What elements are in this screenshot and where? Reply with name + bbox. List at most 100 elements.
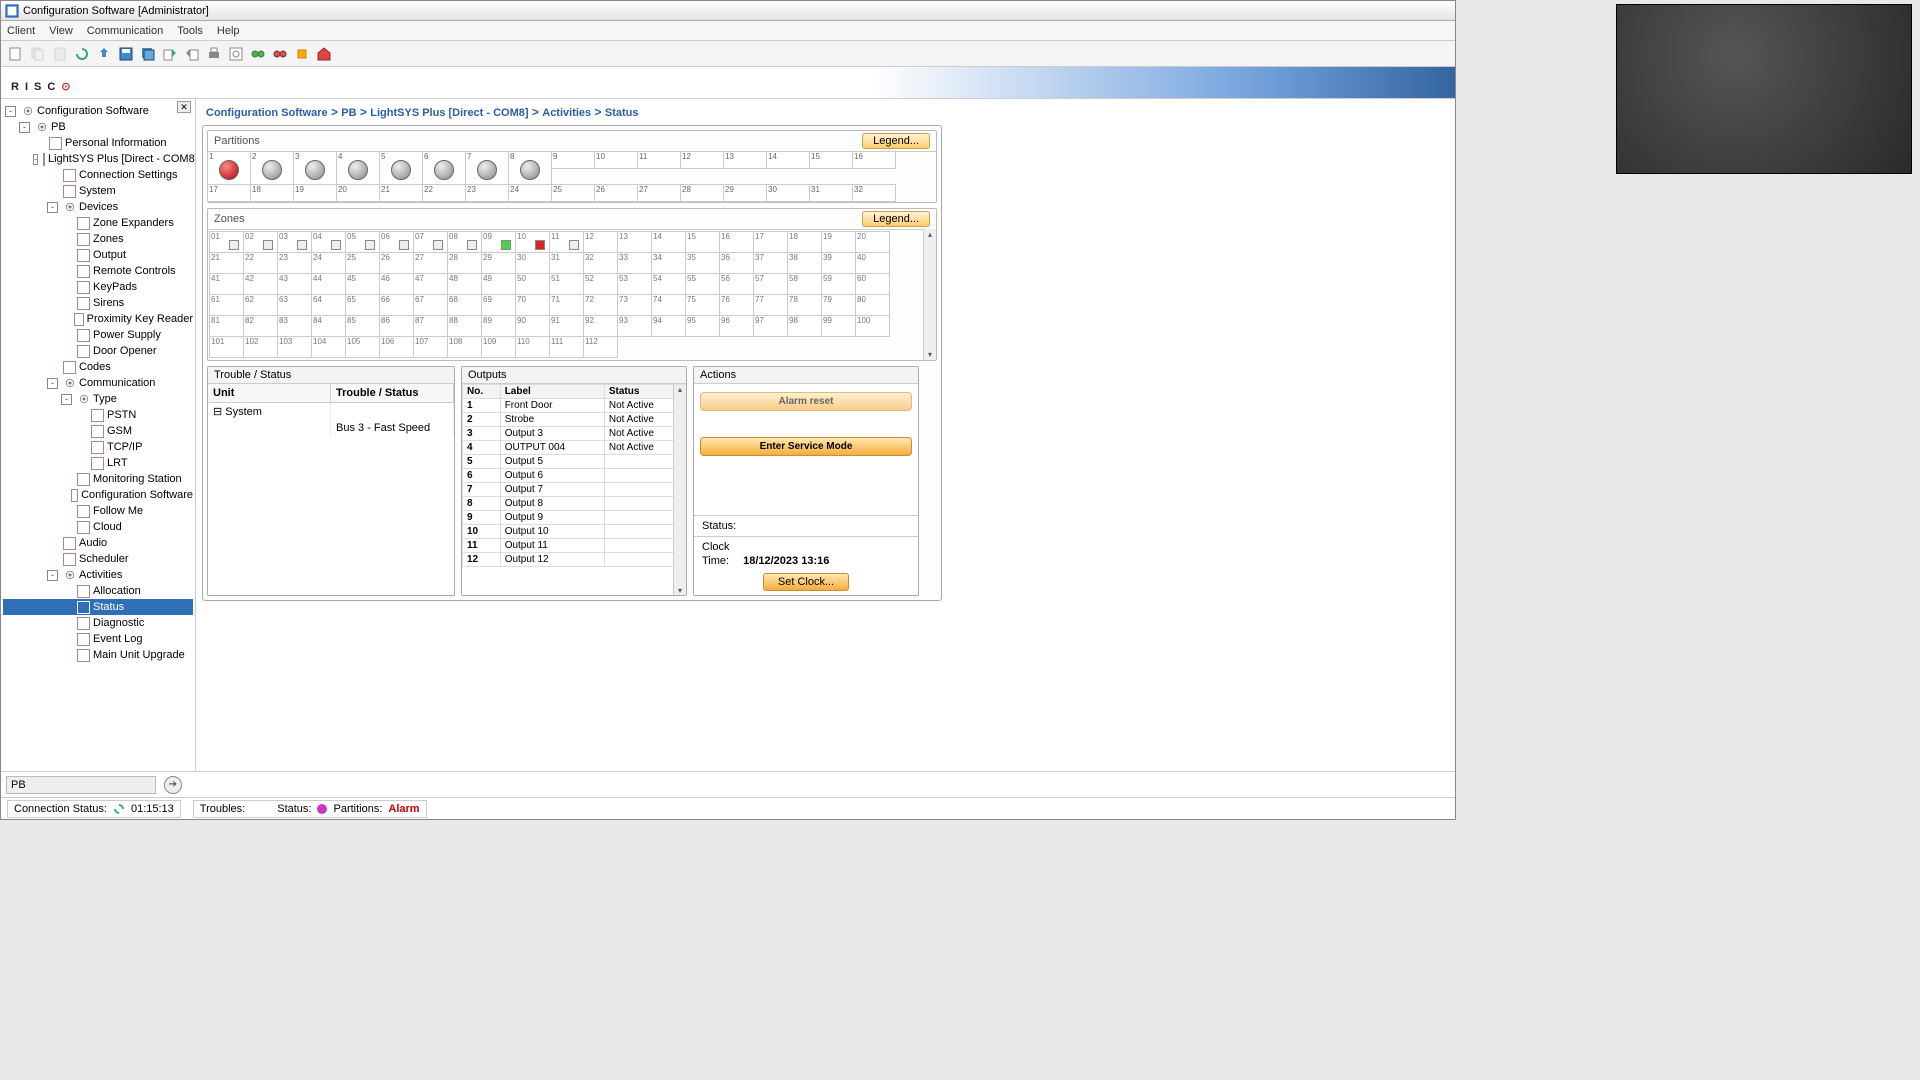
zone-cell-85[interactable]: 85 (345, 315, 380, 337)
zone-cell-41[interactable]: 41 (209, 273, 244, 295)
partition-cell-4[interactable]: 4 (336, 151, 380, 185)
zone-cell-53[interactable]: 53 (617, 273, 652, 295)
zone-cell-38[interactable]: 38 (787, 252, 822, 274)
menu-communication[interactable]: Communication (87, 25, 163, 37)
zone-cell-65[interactable]: 65 (345, 294, 380, 316)
zone-cell-25[interactable]: 25 (345, 252, 380, 274)
output-row[interactable]: 6Output 6 (463, 469, 686, 483)
partitions-legend-button[interactable]: Legend... (862, 133, 930, 149)
zone-cell-82[interactable]: 82 (243, 315, 278, 337)
set-clock-button[interactable]: Set Clock... (763, 573, 849, 591)
collapse-icon[interactable]: - (61, 394, 72, 405)
zone-cell-84[interactable]: 84 (311, 315, 346, 337)
zone-cell-108[interactable]: 108 (447, 336, 482, 358)
zone-cell-4[interactable]: 04 (311, 231, 346, 253)
output-row[interactable]: 7Output 7 (463, 483, 686, 497)
zone-cell-83[interactable]: 83 (277, 315, 312, 337)
tree-node-follow-me[interactable]: Follow Me (3, 503, 193, 519)
zone-cell-86[interactable]: 86 (379, 315, 414, 337)
output-row[interactable]: 8Output 8 (463, 497, 686, 511)
output-row[interactable]: 11Output 11 (463, 539, 686, 553)
zone-cell-15[interactable]: 15 (685, 231, 720, 253)
partition-cell-15[interactable]: 15 (809, 151, 853, 169)
zone-cell-68[interactable]: 68 (447, 294, 482, 316)
partition-cell-32[interactable]: 32 (852, 184, 896, 202)
zone-cell-74[interactable]: 74 (651, 294, 686, 316)
alarm-reset-button[interactable]: Alarm reset (700, 392, 912, 411)
menu-help[interactable]: Help (217, 25, 240, 37)
tool-disconnect-icon[interactable] (271, 45, 289, 63)
tool-refresh-icon[interactable] (73, 45, 91, 63)
zone-cell-22[interactable]: 22 (243, 252, 278, 274)
partition-cell-9[interactable]: 9 (551, 151, 595, 169)
zone-cell-14[interactable]: 14 (651, 231, 686, 253)
zone-cell-18[interactable]: 18 (787, 231, 822, 253)
zone-cell-52[interactable]: 52 (583, 273, 618, 295)
partition-cell-7[interactable]: 7 (465, 151, 509, 185)
tree-node-output[interactable]: Output (3, 247, 193, 263)
zone-cell-45[interactable]: 45 (345, 273, 380, 295)
tree-node-type[interactable]: -Type (3, 391, 193, 407)
zone-cell-90[interactable]: 90 (515, 315, 550, 337)
zone-cell-58[interactable]: 58 (787, 273, 822, 295)
zone-cell-6[interactable]: 06 (379, 231, 414, 253)
menu-tools[interactable]: Tools (177, 25, 203, 37)
output-row[interactable]: 1Front DoorNot Active (463, 399, 686, 413)
tool-upload-icon[interactable] (95, 45, 113, 63)
partition-cell-8[interactable]: 8 (508, 151, 552, 185)
zone-cell-107[interactable]: 107 (413, 336, 448, 358)
zone-cell-33[interactable]: 33 (617, 252, 652, 274)
output-row[interactable]: 10Output 10 (463, 525, 686, 539)
zone-cell-42[interactable]: 42 (243, 273, 278, 295)
zone-cell-7[interactable]: 07 (413, 231, 448, 253)
zone-cell-39[interactable]: 39 (821, 252, 856, 274)
zone-cell-1[interactable]: 01 (209, 231, 244, 253)
zone-cell-97[interactable]: 97 (753, 315, 788, 337)
tree-node-audio[interactable]: Audio (3, 535, 193, 551)
partition-cell-14[interactable]: 14 (766, 151, 810, 169)
partition-cell-31[interactable]: 31 (809, 184, 853, 202)
tree-node-status[interactable]: Status (3, 599, 193, 615)
tool-preview-icon[interactable] (227, 45, 245, 63)
zone-cell-40[interactable]: 40 (855, 252, 890, 274)
tree-node-configuration-software[interactable]: Configuration Software (3, 487, 193, 503)
zone-cell-98[interactable]: 98 (787, 315, 822, 337)
zone-cell-47[interactable]: 47 (413, 273, 448, 295)
zone-cell-101[interactable]: 101 (209, 336, 244, 358)
tree-node-tcp-ip[interactable]: TCP/IP (3, 439, 193, 455)
zone-cell-60[interactable]: 60 (855, 273, 890, 295)
partition-cell-24[interactable]: 24 (508, 184, 552, 202)
zone-cell-12[interactable]: 12 (583, 231, 618, 253)
output-row[interactable]: 4OUTPUT 004Not Active (463, 441, 686, 455)
trouble-unit[interactable]: ⊟ System (208, 403, 331, 420)
zone-cell-35[interactable]: 35 (685, 252, 720, 274)
zone-cell-44[interactable]: 44 (311, 273, 346, 295)
zone-cell-11[interactable]: 11 (549, 231, 584, 253)
output-row[interactable]: 9Output 9 (463, 511, 686, 525)
tree-node-system[interactable]: System (3, 183, 193, 199)
zone-cell-72[interactable]: 72 (583, 294, 618, 316)
zone-cell-55[interactable]: 55 (685, 273, 720, 295)
output-row[interactable]: 5Output 5 (463, 455, 686, 469)
zone-cell-27[interactable]: 27 (413, 252, 448, 274)
partition-cell-25[interactable]: 25 (551, 184, 595, 202)
zone-cell-78[interactable]: 78 (787, 294, 822, 316)
tree-node-remote-controls[interactable]: Remote Controls (3, 263, 193, 279)
zone-cell-94[interactable]: 94 (651, 315, 686, 337)
zone-cell-62[interactable]: 62 (243, 294, 278, 316)
zone-cell-43[interactable]: 43 (277, 273, 312, 295)
zone-cell-73[interactable]: 73 (617, 294, 652, 316)
zone-cell-46[interactable]: 46 (379, 273, 414, 295)
partition-cell-18[interactable]: 18 (250, 184, 294, 202)
go-button[interactable]: ➔ (164, 776, 182, 794)
scroll-down-icon[interactable]: ▾ (928, 350, 932, 359)
scroll-up-icon[interactable]: ▴ (928, 230, 932, 239)
tree-node-zone-expanders[interactable]: Zone Expanders (3, 215, 193, 231)
sidebar-close-icon[interactable]: ✕ (177, 101, 191, 113)
tool-import-icon[interactable] (183, 45, 201, 63)
tool-saveall-icon[interactable] (139, 45, 157, 63)
zone-cell-95[interactable]: 95 (685, 315, 720, 337)
zone-cell-93[interactable]: 93 (617, 315, 652, 337)
partition-cell-5[interactable]: 5 (379, 151, 423, 185)
zone-cell-104[interactable]: 104 (311, 336, 346, 358)
